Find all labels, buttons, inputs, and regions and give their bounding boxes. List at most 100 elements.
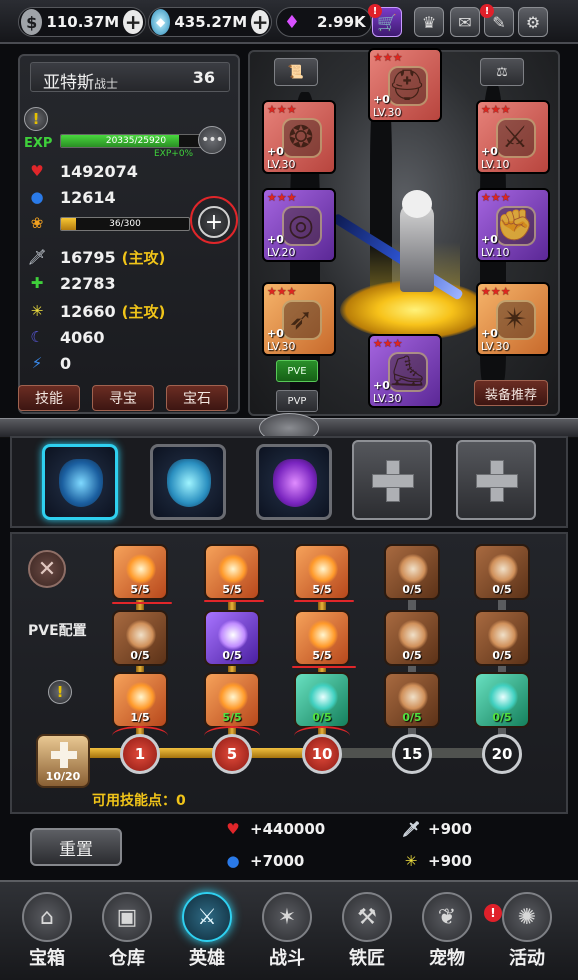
rarity-stars: ★★★	[373, 51, 403, 64]
add-gold-button[interactable]: +	[123, 10, 143, 34]
skill-slot[interactable]: 5/5	[112, 544, 168, 600]
exp-label: EXP	[24, 136, 53, 151]
enhance-level: +0	[373, 379, 390, 392]
helmet-icon: ⛑	[387, 67, 427, 103]
item-level: LV.30	[373, 106, 402, 119]
item-level: LV.20	[267, 246, 296, 259]
item-level: LV.30	[373, 392, 402, 405]
rarity-stars: ★★★	[267, 285, 297, 298]
skill-icon	[398, 682, 428, 712]
skill-slot[interactable]: 0/5	[474, 544, 530, 600]
equipment-slot-boots[interactable]: ★★★ ⛸ +0 LV.30	[368, 334, 442, 408]
nav-event[interactable]: ✺ 活动	[492, 888, 562, 972]
enhance-level: +0	[267, 145, 284, 158]
close-button[interactable]: ✕	[28, 550, 66, 588]
skill-slot[interactable]: 0/5	[384, 544, 440, 600]
nav-label: 活动	[509, 948, 545, 969]
mail-button[interactable]: ✉	[450, 7, 480, 37]
stat-value: 12660	[60, 301, 116, 321]
skill-slot[interactable]: 1/5	[112, 672, 168, 728]
dollar-icon: $	[21, 9, 43, 35]
skill-level-count: 5/5	[312, 649, 332, 662]
trophy-button[interactable]: ♛	[414, 7, 444, 37]
equipment-slot-gloves[interactable]: ★★★ ✊ +0 LV.10	[476, 188, 550, 262]
nav-backpack[interactable]: ▣ 仓库	[92, 888, 162, 972]
cyan-emblem-icon	[167, 459, 211, 507]
sword-icon: 🗡	[27, 248, 47, 266]
skill-cap-text: 10/20	[45, 770, 81, 783]
nav-battle[interactable]: ✶ 战斗	[252, 888, 322, 972]
skill-tab-3[interactable]	[256, 444, 332, 520]
equipment-slot-amulet[interactable]: ★★★ ❂ +0 LV.30	[262, 100, 336, 174]
skill-slot[interactable]: 0/5	[384, 672, 440, 728]
red-annotation-line	[292, 666, 356, 668]
bonus-stat: 🗡 +900	[400, 820, 471, 838]
add-skill-tab-button[interactable]	[456, 440, 536, 520]
trophy-icon: ♛	[421, 12, 437, 32]
skill-slot[interactable]: 0/5	[294, 672, 350, 728]
treasure-hunt-button[interactable]: 寻宝	[92, 385, 154, 411]
skill-slot[interactable]: 5/5	[204, 544, 260, 600]
nav-pet[interactable]: ❦ 宠物	[412, 888, 482, 972]
skill-tab-1[interactable]	[42, 444, 118, 520]
bonus-stat: ● +7000	[222, 852, 304, 870]
rarity-stars: ★★★	[267, 191, 297, 204]
equipment-slot-shuriken[interactable]: ★★★ ✴ +0 LV.30	[476, 282, 550, 356]
skill-slot[interactable]: 0/5	[474, 610, 530, 666]
enhance-level: +0	[481, 233, 498, 246]
plus-icon	[372, 460, 414, 502]
skill-level-count: 0/5	[312, 711, 332, 724]
scroll-button[interactable]: 📜	[274, 58, 318, 86]
reset-button[interactable]: 重置	[30, 828, 122, 866]
pve-button[interactable]: PVE	[276, 360, 318, 382]
scale-button[interactable]: ⚖	[480, 58, 524, 86]
stat-value: 16795	[60, 247, 116, 267]
skill-slot[interactable]: 5/5	[294, 544, 350, 600]
info-warning-icon[interactable]: !	[24, 107, 48, 131]
pvp-button[interactable]: PVP	[276, 390, 318, 412]
diamond-icon: ◆	[151, 9, 171, 35]
blue-drop-icon: ●	[226, 852, 240, 870]
moon-icon: ☾	[30, 328, 44, 346]
equipment-slot-helmet[interactable]: ★★★ ⛑ +0 LV.30	[368, 48, 442, 122]
info-warning-icon[interactable]: !	[48, 680, 72, 704]
skill-level-count: 5/5	[312, 583, 332, 596]
skill-slot[interactable]: 5/5	[294, 610, 350, 666]
nav-anvil[interactable]: ⚒ 铁匠	[332, 888, 402, 972]
skill-cap-button[interactable]: 10/20	[36, 734, 90, 788]
stat-value: 0	[60, 353, 72, 373]
equipment-slot-bow[interactable]: ★★★ ➶ +0 LV.30	[262, 282, 336, 356]
skill-slot[interactable]: 0/5	[474, 672, 530, 728]
stat-value: 12614	[60, 187, 116, 207]
section-divider	[0, 413, 578, 443]
skill-slot[interactable]: 5/5	[204, 672, 260, 728]
skill-tier-node[interactable]: 15	[392, 734, 432, 774]
more-options-button[interactable]: •••	[198, 126, 226, 154]
pet-stat-row: ❀	[26, 212, 60, 234]
skill-slot[interactable]: 0/5	[112, 610, 168, 666]
enhance-level: +0	[267, 233, 284, 246]
hero-level: 36	[192, 68, 215, 87]
skill-level-count: 5/5	[222, 711, 242, 724]
rarity-stars: ★★★	[481, 191, 511, 204]
skill-icon	[218, 554, 248, 584]
equipment-slot-armor[interactable]: ★★★ ⚔ +0 LV.10	[476, 100, 550, 174]
nav-chest[interactable]: ⌂ 宝箱	[12, 888, 82, 972]
red-annotation-mark	[294, 726, 350, 746]
equipment-slot-ring[interactable]: ★★★ ◎ +0 LV.20	[262, 188, 336, 262]
event-icon: ✺	[502, 892, 552, 942]
nav-hero[interactable]: ⚔ 英雄	[172, 888, 242, 972]
settings-button[interactable]: ⚙	[518, 7, 548, 37]
skill-slot[interactable]: 0/5	[204, 610, 260, 666]
gems-button[interactable]: 宝石	[166, 385, 228, 411]
pet-progress-text: 36/300	[109, 219, 141, 229]
skill-tab-2[interactable]	[150, 444, 226, 520]
skills-button[interactable]: 技能	[18, 385, 80, 411]
add-diamond-button[interactable]: +	[251, 10, 269, 34]
enhance-level: +0	[481, 145, 498, 158]
skill-tier-node[interactable]: 20	[482, 734, 522, 774]
add-skill-tab-button[interactable]	[352, 440, 432, 520]
equipment-recommend-button[interactable]: 装备推荐	[474, 380, 548, 406]
rarity-stars: ★★★	[267, 103, 297, 116]
skill-slot[interactable]: 0/5	[384, 610, 440, 666]
